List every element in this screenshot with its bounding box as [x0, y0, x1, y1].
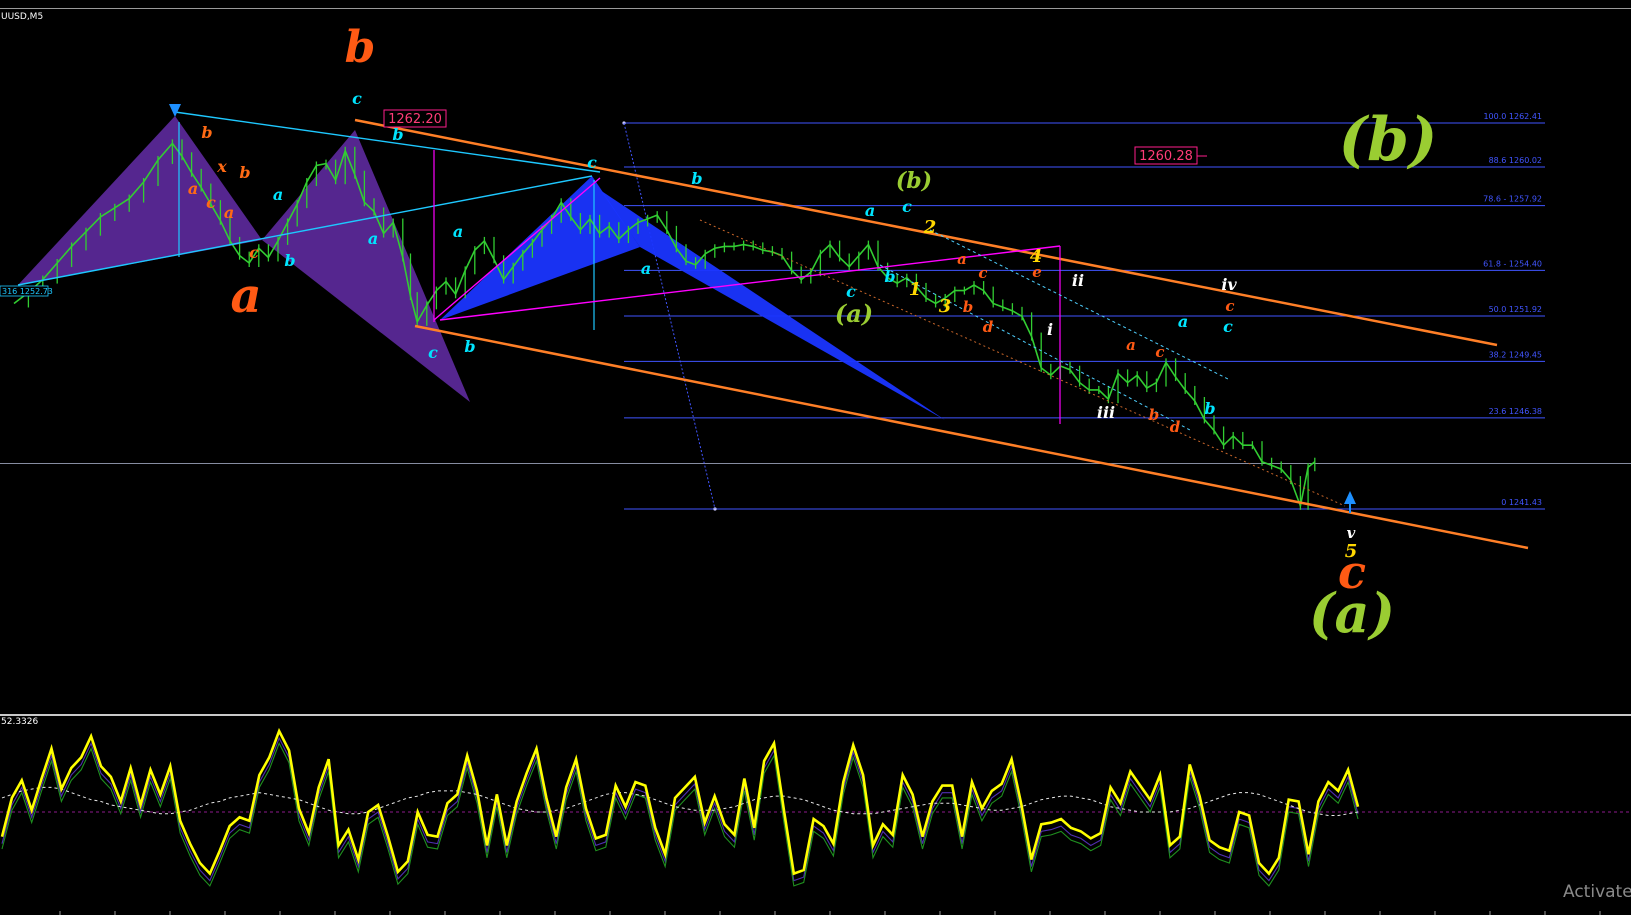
wave-label: 3 [939, 296, 952, 317]
wave-label: b [239, 163, 250, 182]
wave-label: c [1223, 317, 1233, 336]
harmonic-pattern-purple-1[interactable] [18, 116, 262, 285]
wave-label: e [1032, 263, 1042, 281]
wave-label: a [453, 222, 463, 241]
wave-label: c [1155, 343, 1164, 361]
wave-label: b [201, 123, 212, 142]
chart-toolbar-strip [0, 0, 1631, 9]
wave-label: a [865, 201, 875, 220]
left-price-tag-label: 316 1252.73 [2, 287, 53, 296]
wave-label: a [1178, 312, 1188, 331]
wave-label: a [273, 185, 283, 204]
harmonic-pattern-blue-2[interactable] [600, 190, 945, 420]
wave-label: iv [1221, 275, 1237, 294]
wave-label: a [188, 179, 198, 198]
oscillator-value-label: 52.3326 [1, 717, 39, 727]
wave-label: (b) [896, 168, 932, 194]
fib-level-label: 61.8 - 1254.40 [1483, 259, 1542, 268]
wave-label: 1 [909, 279, 922, 300]
oscillator-signal-line-purple [1, 736, 1359, 882]
wave-label: c [352, 89, 362, 108]
price-chart-svg[interactable]: 100.0 1262.41 88.6 1260.02 78.6 - 1257.92 6… [0, 9, 1631, 712]
wave-label: a [368, 229, 378, 248]
wave-label: b [1204, 399, 1215, 418]
wave-label: b [392, 125, 403, 144]
dashed-channel-line[interactable] [929, 229, 1231, 381]
wave-label: 2 [923, 217, 937, 238]
wave-label: b [1149, 406, 1160, 424]
wave-label: x [216, 157, 227, 176]
wave-label: c [902, 197, 912, 216]
oscillator-signal-line-green [1, 742, 1359, 887]
wave-label: b [884, 267, 895, 286]
wave-label: b [691, 169, 702, 188]
down-arrow-icon [169, 104, 181, 117]
price-box-label: 1260.28 [1139, 149, 1193, 164]
fib-level-label: 88.6 1260.02 [1489, 156, 1542, 165]
fib-level-label: 0 1241.43 [1501, 498, 1542, 507]
fib-level-label: 38.2 1249.45 [1489, 350, 1542, 359]
wave-label: (b) [1339, 105, 1438, 175]
wave-label: iii [1097, 403, 1115, 422]
wave-label: d [983, 318, 994, 336]
wave-label: ii [1072, 271, 1084, 290]
wave-label: c [206, 193, 216, 212]
wave-label: a [957, 250, 967, 268]
wave-label: (a) [835, 299, 873, 328]
wave-label: b [464, 337, 475, 356]
wave-label: b [284, 251, 295, 270]
oscillator-svg[interactable] [0, 716, 1631, 915]
wave-label: c [1225, 297, 1234, 315]
fib-level-label: 23.6 1246.38 [1489, 407, 1542, 416]
wave-label: a [1126, 336, 1136, 354]
wave-label: c [978, 264, 987, 282]
wave-label: b [963, 298, 974, 316]
wave-label: a [641, 259, 651, 278]
wave-label: d [1170, 418, 1181, 436]
activate-windows-watermark: Activate [1563, 882, 1631, 902]
fib-level-label: 100.0 1262.41 [1483, 112, 1542, 121]
wave-label: b [345, 22, 376, 73]
up-arrow-icon [1344, 491, 1356, 504]
wave-label: v [1347, 524, 1356, 542]
oscillator-panel[interactable] [0, 714, 1631, 915]
wave-label: c [249, 243, 259, 262]
wave-label: c [587, 153, 597, 172]
wave-label: c [846, 282, 856, 301]
wave-label: 5 [1345, 541, 1358, 562]
wave-label: (a) [1309, 581, 1395, 645]
fib-level-label: 78.6 - 1257.92 [1483, 195, 1542, 204]
symbol-timeframe-label: UUSD,M5 [1, 12, 44, 22]
wave-label: a [230, 268, 261, 324]
channel-lower-line[interactable] [414, 324, 1529, 550]
fib-level-label: 50.0 1251.92 [1489, 305, 1542, 314]
dashed-trend-line[interactable] [699, 219, 1346, 507]
wave-label: a [224, 203, 234, 222]
wave-label: c [428, 343, 438, 362]
price-chart-panel[interactable]: 100.0 1262.41 88.6 1260.02 78.6 - 1257.92 6… [0, 9, 1631, 712]
wave-label: i [1047, 320, 1053, 339]
